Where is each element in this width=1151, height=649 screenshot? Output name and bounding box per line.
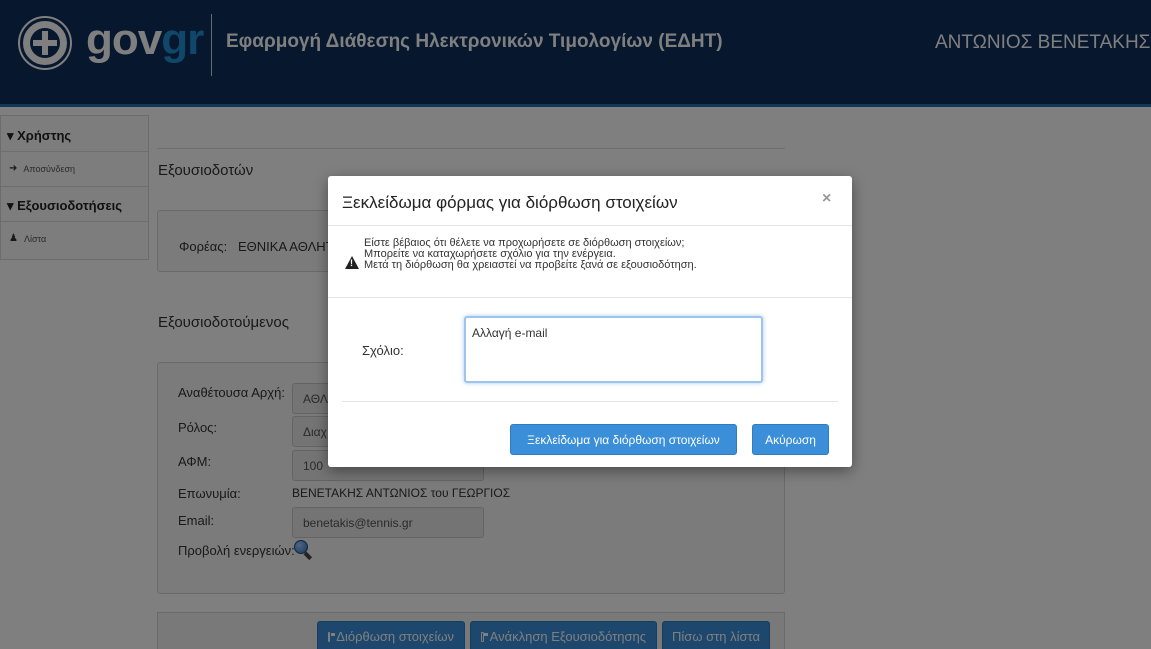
divider [342, 401, 838, 402]
close-icon[interactable]: × [822, 190, 831, 208]
dialog-title: Ξεκλείδωμα φόρμας για διόρθωση στοιχείων [342, 193, 678, 212]
divider [328, 225, 852, 226]
warning-message: Είστε βέβαιος ότι θέλετε να προχωρήσετε … [364, 238, 697, 271]
divider [328, 297, 852, 298]
unlock-form-dialog: Ξεκλείδωμα φόρμας για διόρθωση στοιχείων… [328, 176, 852, 467]
comment-textarea[interactable]: Αλλαγή e-mail [464, 316, 763, 383]
warning-icon [345, 256, 359, 269]
confirm-unlock-button[interactable]: Ξεκλείδωμα για διόρθωση στοιχείων [510, 424, 737, 455]
warning-line: Μετά τη διόρθωση θα χρειαστεί να προβείτ… [364, 259, 697, 271]
comment-label: Σχόλιο: [362, 343, 404, 358]
cancel-button[interactable]: Ακύρωση [752, 424, 829, 455]
